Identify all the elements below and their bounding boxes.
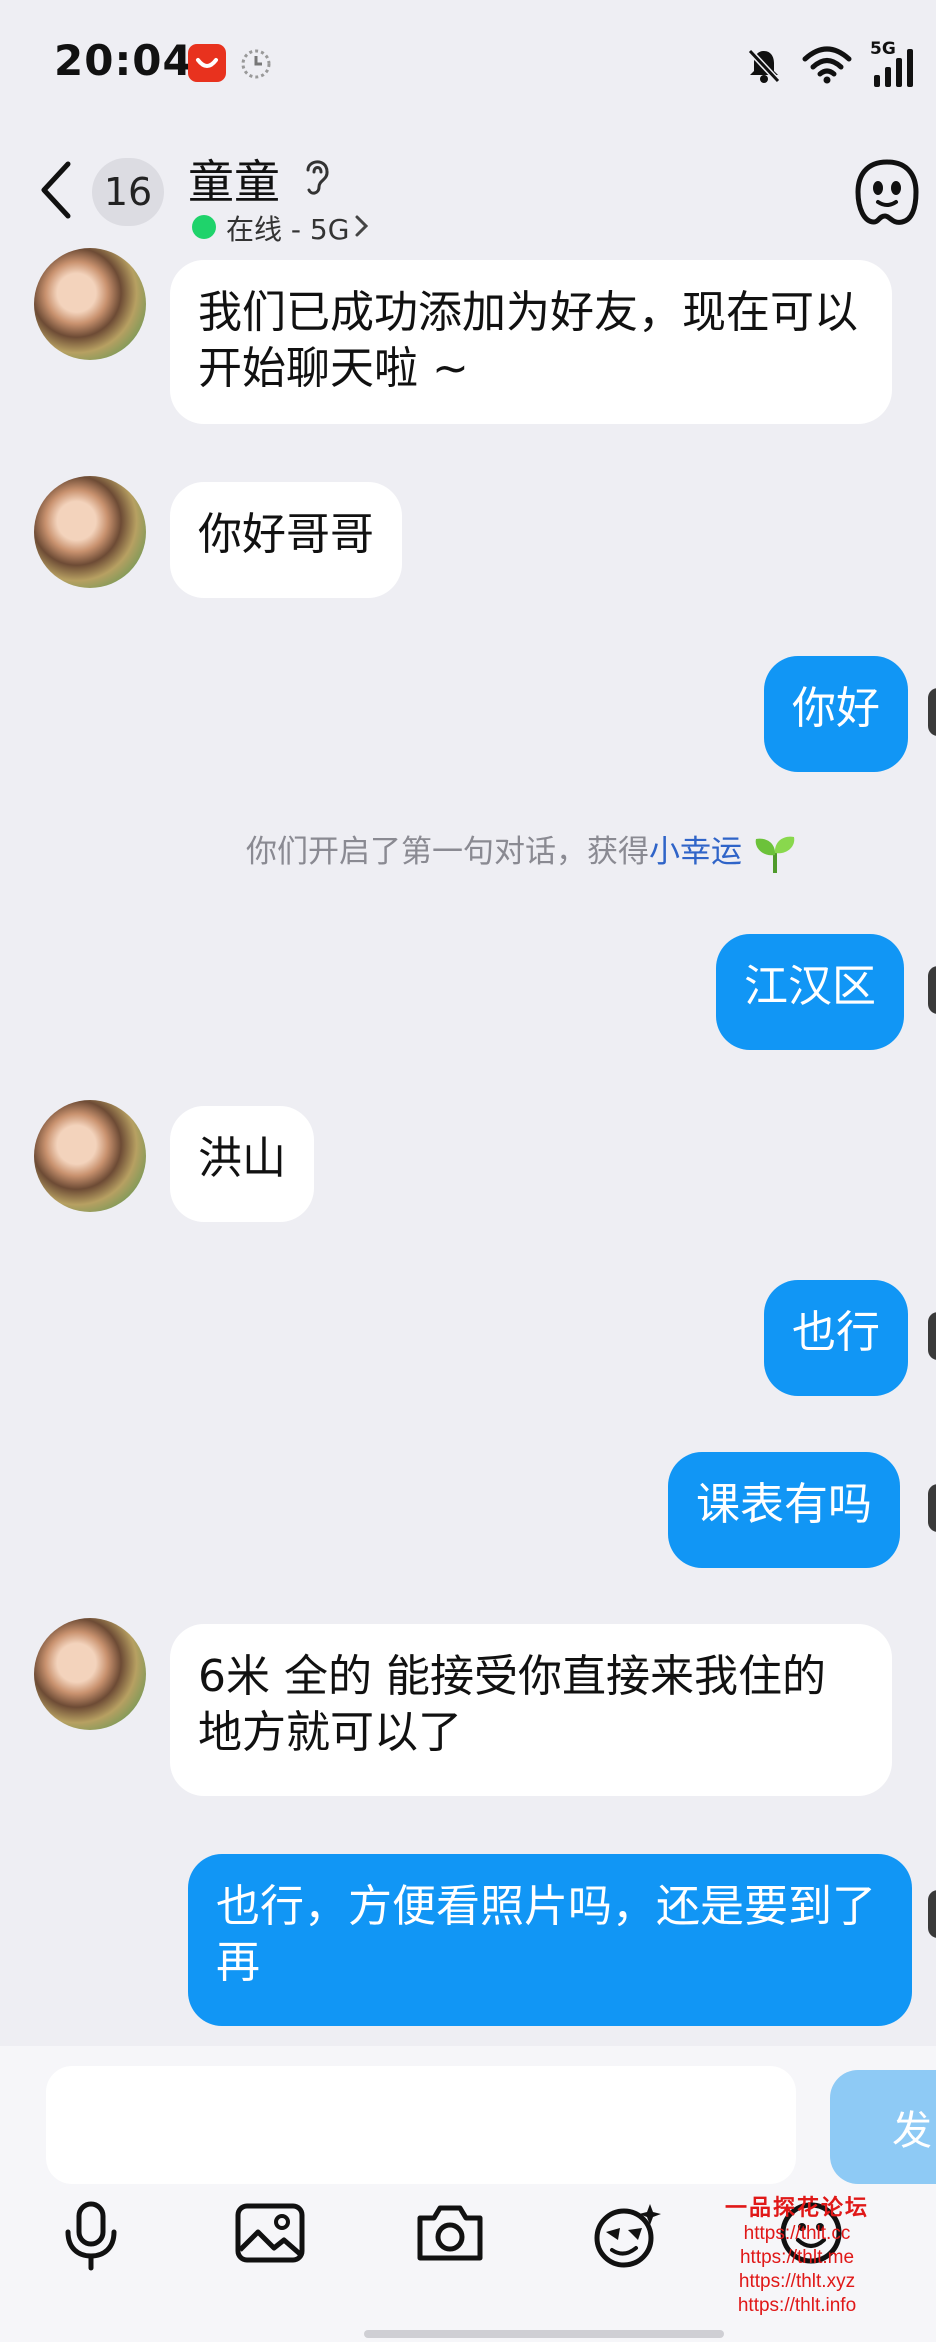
message-bubble-outgoing[interactable]: 江汉区 — [716, 934, 904, 1050]
cellular-signal-icon: 5G — [870, 39, 918, 87]
message-bubble-outgoing[interactable]: 也行 — [764, 1280, 908, 1396]
watermark-url: https://thlt.me — [739, 2247, 855, 2268]
online-status-text[interactable]: 在线 - 5G — [226, 208, 349, 248]
message-bubble-outgoing[interactable]: 也行，方便看照片吗，还是要到了再 — [188, 1854, 912, 2026]
watermark-url: https://thlt.xyz — [738, 2271, 856, 2292]
message-bubble-outgoing[interactable]: 课表有吗 — [668, 1452, 900, 1568]
watermark-url: https://thlt.cc — [743, 2223, 851, 2244]
edge-indicator — [928, 1312, 936, 1360]
message-bubble-incoming[interactable]: 洪山 — [170, 1106, 314, 1222]
wifi-icon — [802, 46, 852, 84]
chevron-right-icon[interactable] — [354, 214, 370, 238]
home-indicator[interactable] — [364, 2330, 724, 2338]
network-type-label: 5G — [870, 39, 896, 59]
edge-indicator — [928, 1484, 936, 1532]
contact-avatar[interactable] — [34, 1100, 146, 1212]
microphone-icon[interactable] — [58, 2200, 124, 2272]
lucky-link[interactable]: 小幸运 — [649, 834, 742, 870]
app-notification-icon — [188, 44, 226, 82]
message-bubble-incoming[interactable]: 6米 全的 能接受你直接来我住的地方就可以了 — [170, 1624, 892, 1796]
camera-icon[interactable] — [414, 2200, 486, 2266]
status-bar: 20:04 5G — [0, 0, 936, 128]
chat-header: 16 童童 在线 - 5G — [0, 128, 936, 258]
back-chevron-icon[interactable] — [36, 158, 76, 222]
edge-indicator — [928, 688, 936, 736]
watermark: 一品探花论坛 https://thlt.cc https://thlt.me h… — [712, 2190, 882, 2318]
watermark-url: https://thlt.info — [737, 2295, 857, 2316]
sprout-icon — [755, 836, 795, 873]
send-button[interactable]: 发 — [830, 2070, 936, 2184]
message-input[interactable] — [46, 2066, 796, 2184]
contact-avatar[interactable] — [34, 248, 146, 360]
online-status-dot — [192, 215, 216, 239]
alarm-clock-icon — [241, 49, 271, 79]
system-notice: 你们开启了第一句对话，获得小幸运 — [246, 826, 798, 875]
unread-count-badge[interactable]: 16 — [92, 158, 164, 226]
message-bubble-incoming[interactable]: 我们已成功添加为好友，现在可以开始聊天啦 ~ — [170, 260, 892, 424]
contact-name[interactable]: 童童 — [188, 146, 280, 212]
contact-avatar[interactable] — [34, 476, 146, 588]
image-icon[interactable] — [234, 2200, 306, 2266]
edge-indicator — [928, 1890, 936, 1938]
message-bubble-incoming[interactable]: 你好哥哥 — [170, 482, 402, 598]
message-bubble-outgoing[interactable]: 你好 — [764, 656, 908, 772]
contact-avatar[interactable] — [34, 1618, 146, 1730]
watermark-title: 一品探花论坛 — [724, 2195, 869, 2221]
ear-icon[interactable] — [300, 154, 334, 198]
system-notice-text: 你们开启了第一句对话，获得 — [246, 834, 649, 870]
sticker-icon[interactable] — [590, 2200, 664, 2270]
status-time: 20:04 — [54, 36, 193, 85]
edge-indicator — [928, 966, 936, 1014]
ghost-face-icon[interactable] — [852, 156, 922, 230]
muted-bell-icon — [747, 48, 781, 84]
